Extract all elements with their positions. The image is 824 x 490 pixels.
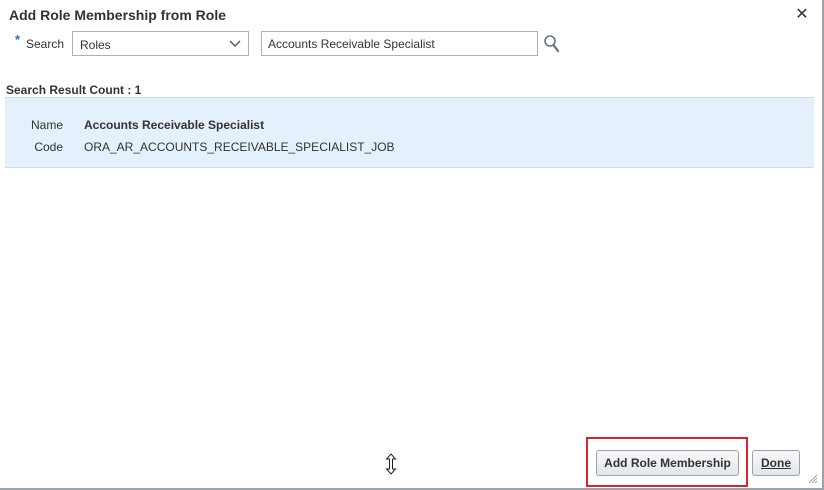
chevron-down-icon xyxy=(229,40,241,47)
close-icon[interactable]: ✕ xyxy=(794,6,810,24)
search-result-count: Search Result Count : 1 xyxy=(6,83,142,97)
table-row[interactable]: Name Accounts Receivable Specialist Code… xyxy=(5,97,814,168)
search-input[interactable] xyxy=(261,31,538,56)
search-row: * Search Roles xyxy=(0,30,824,60)
required-indicator: * xyxy=(15,32,21,47)
add-role-membership-button[interactable]: Add Role Membership xyxy=(596,450,739,476)
add-role-membership-dialog: Add Role Membership from Role ✕ * Search… xyxy=(0,0,824,490)
resize-cursor-icon xyxy=(385,453,397,475)
search-type-value: Roles xyxy=(80,38,111,52)
done-button[interactable]: Done xyxy=(752,450,800,476)
dialog-title: Add Role Membership from Role xyxy=(9,7,227,23)
code-label: Code xyxy=(34,140,63,154)
search-icon[interactable] xyxy=(543,34,561,54)
name-label: Name xyxy=(30,118,63,132)
name-value: Accounts Receivable Specialist xyxy=(84,118,265,132)
resize-grip-icon[interactable] xyxy=(808,474,818,484)
search-label: Search xyxy=(26,37,65,51)
code-value: ORA_AR_ACCOUNTS_RECEIVABLE_SPECIALIST_JO… xyxy=(84,140,395,154)
search-type-select[interactable]: Roles xyxy=(72,31,249,56)
